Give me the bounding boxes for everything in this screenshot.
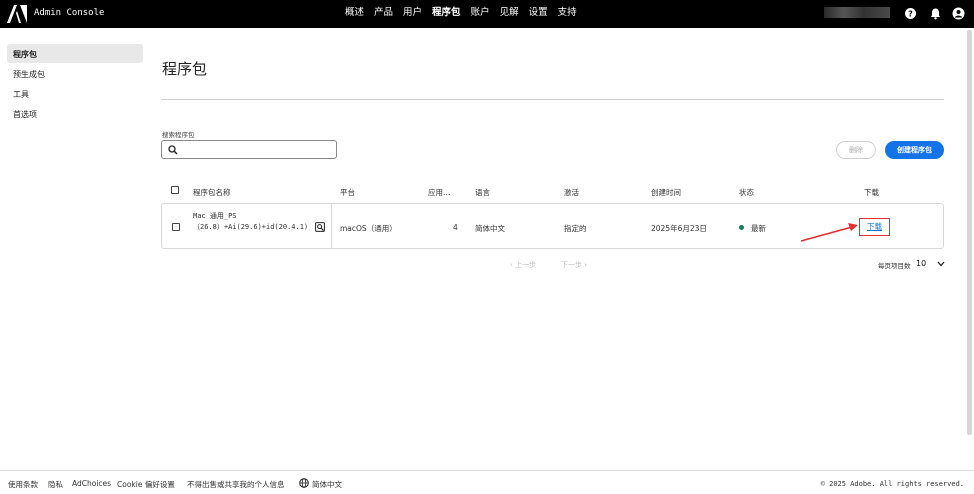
- footer-adchoices-link[interactable]: AdChoices: [72, 479, 111, 488]
- nav-support[interactable]: 支持: [553, 7, 582, 19]
- select-all-checkbox[interactable]: [171, 186, 179, 194]
- nav-overview[interactable]: 概述: [340, 7, 369, 19]
- apps-count-cell: 4: [453, 223, 458, 232]
- footer: 使用条款 隐私 AdChoices Cookie 偏好设置 不得出售或共享我的个…: [0, 470, 974, 494]
- sidebar-item-prebuilt[interactable]: 预生成包: [7, 64, 143, 83]
- col-header-status[interactable]: 状态: [739, 187, 754, 198]
- col-header-platform[interactable]: 平台: [340, 187, 355, 198]
- col-header-download: 下载: [864, 188, 879, 197]
- app-title[interactable]: Admin Console: [34, 8, 104, 18]
- next-page-link[interactable]: 下一步 ›: [561, 260, 587, 270]
- delete-button[interactable]: 删除: [836, 141, 876, 159]
- chevron-down-icon[interactable]: [937, 261, 945, 267]
- nav-insights[interactable]: 见解: [495, 7, 524, 19]
- next-page-label: 下一步: [561, 261, 582, 269]
- divider: [161, 99, 944, 100]
- sidebar-item-packages[interactable]: 程序包: [7, 44, 143, 63]
- footer-do-not-sell-link[interactable]: 不得出售或共享我的个人信息: [187, 479, 285, 490]
- adobe-logo-icon[interactable]: [7, 5, 27, 23]
- bell-icon[interactable]: [929, 7, 942, 20]
- footer-cookie-link[interactable]: Cookie 偏好设置: [117, 479, 175, 490]
- search-input[interactable]: [182, 143, 332, 156]
- search-icon: [168, 145, 178, 155]
- status-cell: 最新: [751, 224, 766, 233]
- col-header-activation[interactable]: 激活: [564, 187, 579, 198]
- footer-language-link[interactable]: 简体中文: [312, 479, 342, 490]
- copyright: © 2025 Adobe. All rights reserved.: [820, 480, 964, 488]
- per-page-select[interactable]: 10: [916, 259, 926, 268]
- search-label: 搜索程序包: [162, 131, 195, 139]
- col-header-language[interactable]: 语言: [475, 187, 490, 198]
- footer-privacy-link[interactable]: 隐私: [48, 479, 63, 490]
- main-nav: 概述 产品 用户 程序包 账户 见解 设置 支持: [340, 7, 582, 19]
- create-package-button[interactable]: 创建程序包: [885, 141, 944, 159]
- row-checkbox[interactable]: [172, 223, 180, 231]
- nav-packages[interactable]: 程序包: [427, 7, 466, 19]
- sidebar: 程序包 预生成包 工具 首选项: [7, 44, 143, 124]
- sidebar-item-tools[interactable]: 工具: [7, 84, 143, 103]
- language-cell: 简体中文: [475, 224, 505, 233]
- col-header-name[interactable]: 程序包名称: [193, 187, 231, 198]
- help-icon[interactable]: ?: [904, 7, 917, 20]
- row-column-separator: [331, 204, 332, 248]
- prev-page-link[interactable]: ‹ 上一步: [510, 260, 536, 270]
- status-dot: [739, 225, 744, 230]
- col-header-apps[interactable]: 应用…: [428, 187, 451, 198]
- nav-products[interactable]: 产品: [369, 7, 398, 19]
- svg-text:?: ?: [908, 10, 913, 19]
- package-name[interactable]: Mac 通用_PS （26.8）+Ai(29.6)+id(20.4.1): [193, 211, 308, 233]
- activation-cell: 指定的: [564, 224, 587, 233]
- prev-page-label: 上一步: [515, 261, 537, 269]
- platform-cell: macOS（通用）: [340, 224, 397, 233]
- avatar-icon[interactable]: [952, 7, 965, 20]
- details-icon[interactable]: [315, 222, 325, 232]
- page-title: 程序包: [162, 60, 208, 78]
- created-cell: 2025年6月23日: [651, 224, 707, 233]
- nav-users[interactable]: 用户: [398, 7, 427, 19]
- nav-settings[interactable]: 设置: [524, 7, 553, 19]
- col-header-created[interactable]: 创建时间: [651, 187, 681, 198]
- scrollbar[interactable]: [967, 30, 972, 435]
- annotation-arrow-icon: [800, 223, 858, 242]
- globe-icon: [299, 478, 309, 488]
- top-bar: Admin Console 概述 产品 用户 程序包 账户 见解 设置 支持 ?: [0, 0, 974, 28]
- footer-terms-link[interactable]: 使用条款: [8, 479, 38, 490]
- per-page-label: 每页项目数: [878, 262, 911, 270]
- org-selector-blurred[interactable]: [824, 7, 890, 18]
- nav-account[interactable]: 账户: [466, 7, 495, 19]
- download-link[interactable]: 下载: [859, 218, 890, 236]
- search-field[interactable]: [161, 140, 337, 159]
- sidebar-item-preferences[interactable]: 首选项: [7, 104, 143, 123]
